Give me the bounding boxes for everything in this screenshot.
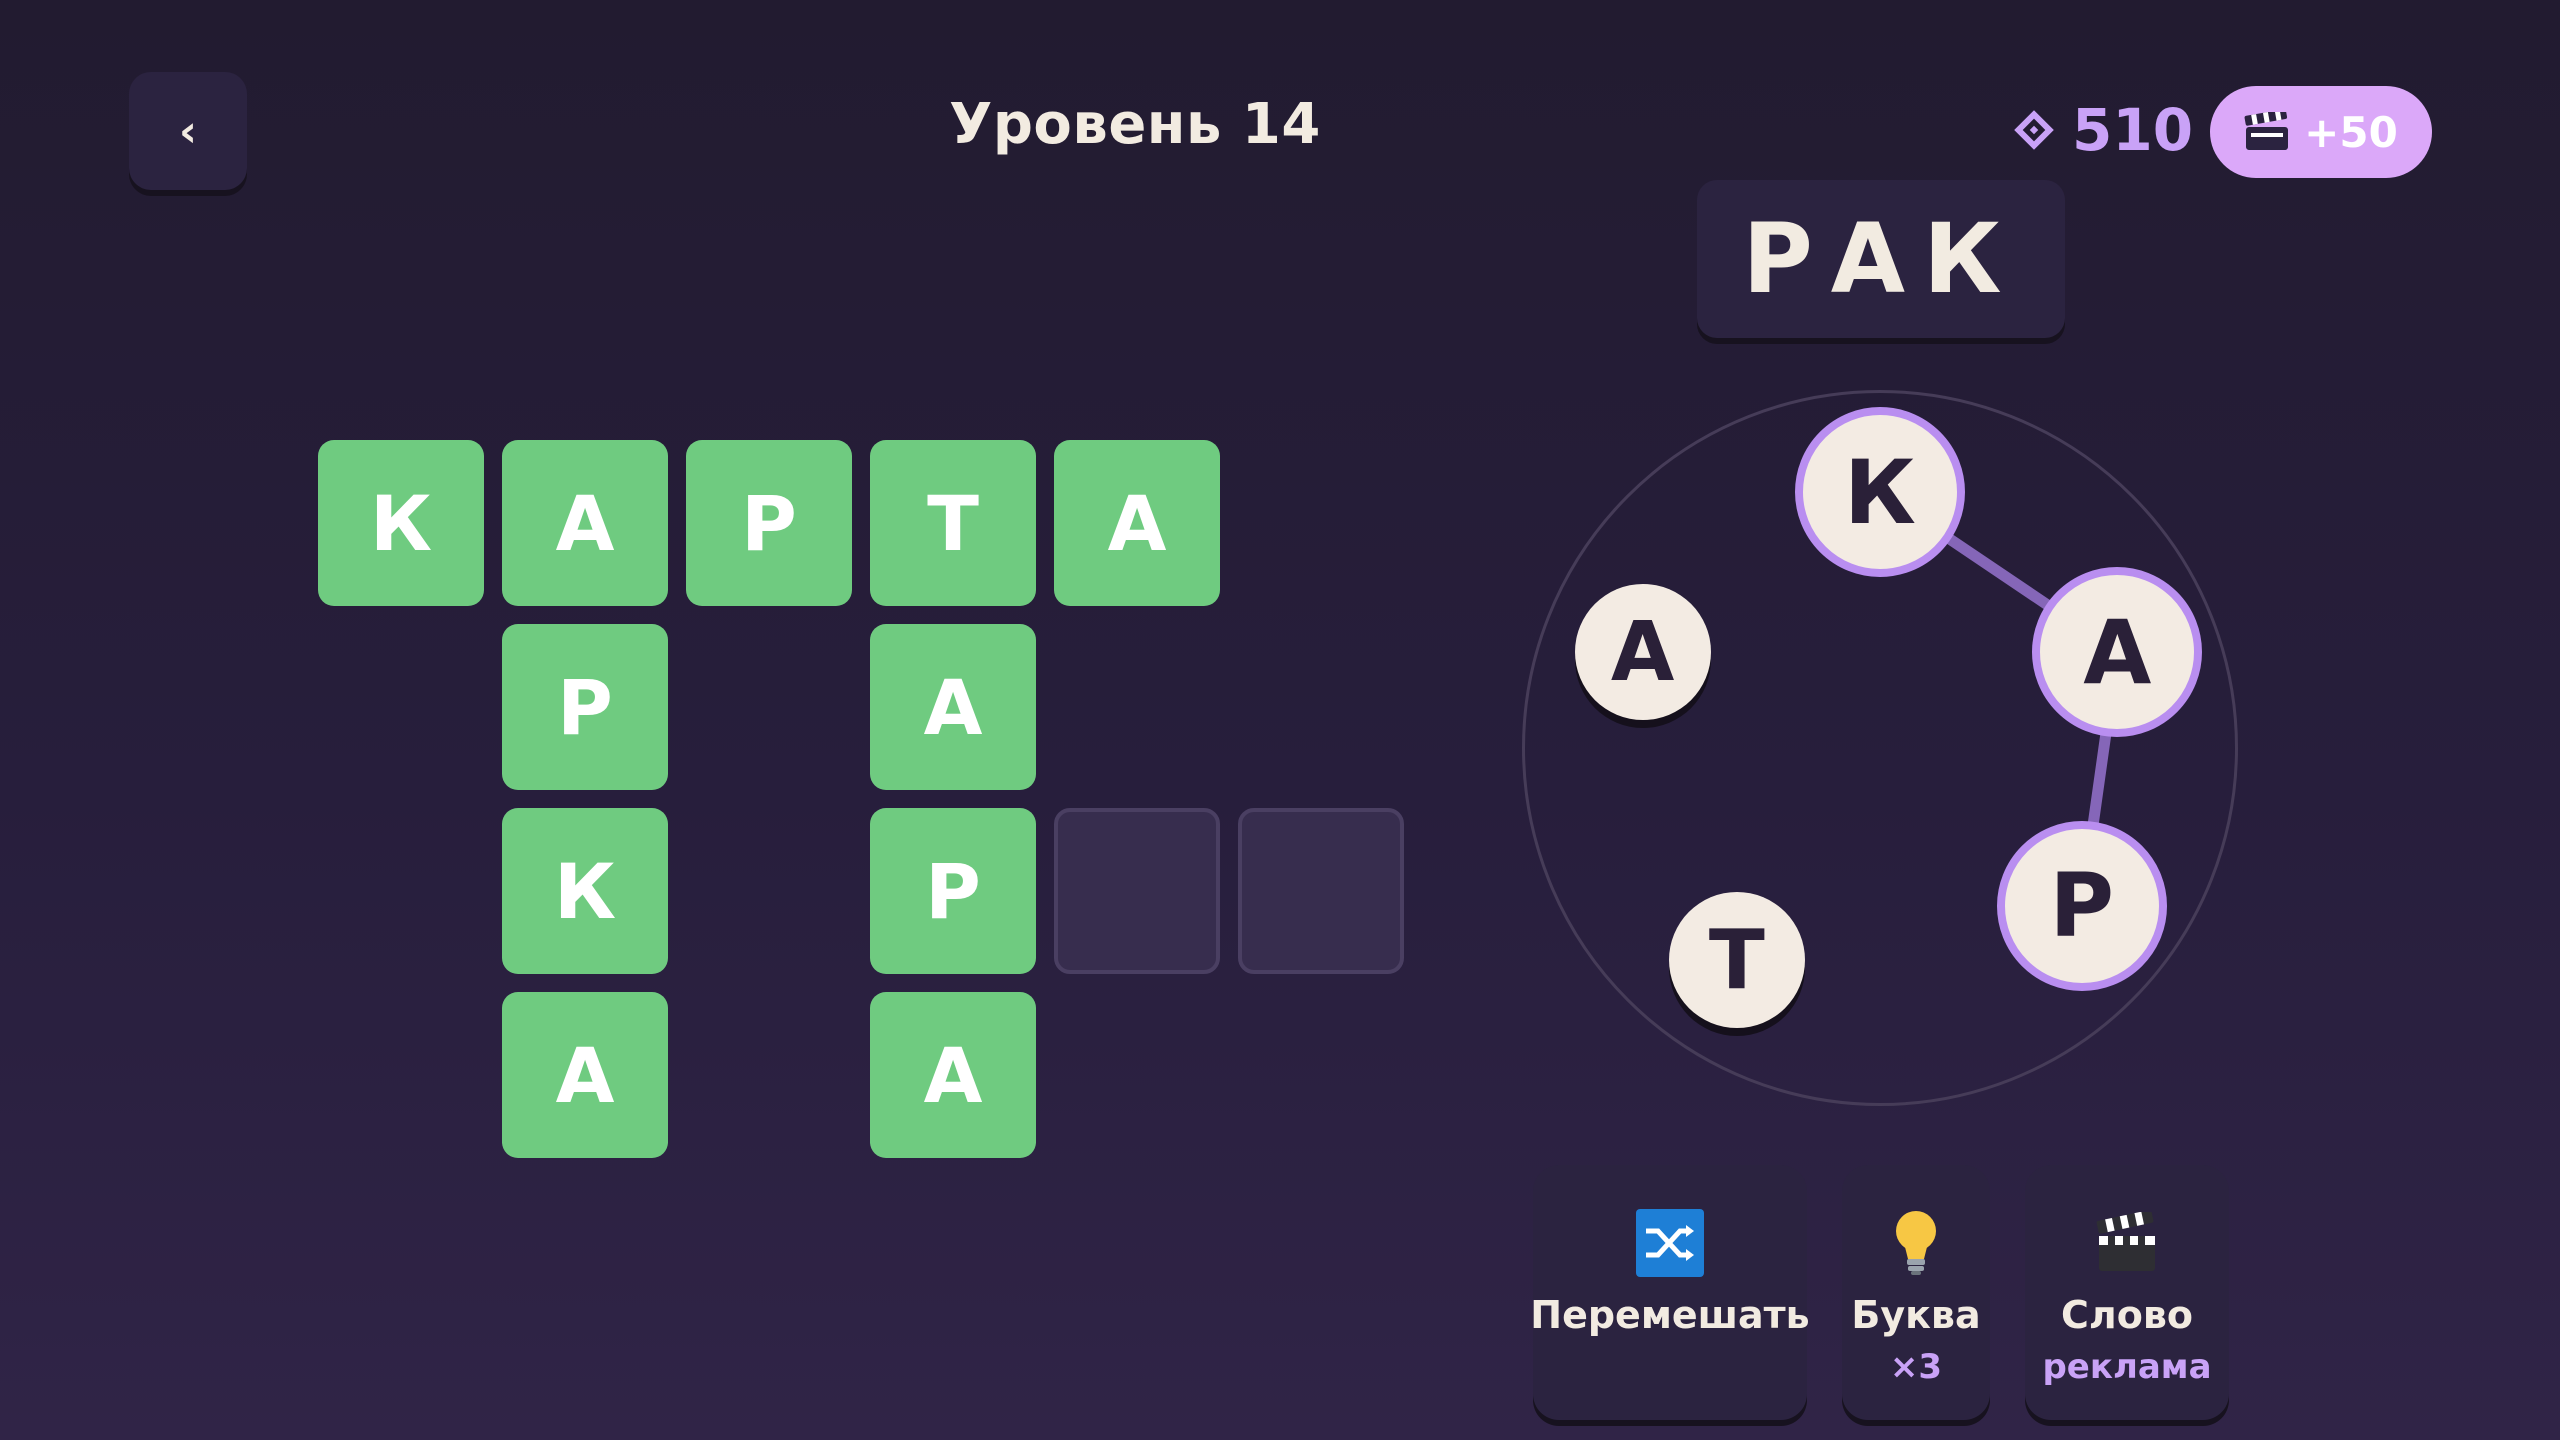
- ad-bonus-amount: +50: [2304, 107, 2398, 157]
- reveal-word-button[interactable]: Слово реклама: [2025, 1165, 2229, 1420]
- gem-count: 510: [2072, 96, 2194, 164]
- grid-tile: А: [1054, 440, 1220, 606]
- clapperboard-icon: [2096, 1212, 2155, 1271]
- wheel-letter[interactable]: А: [1574, 584, 1711, 721]
- wheel-letter[interactable]: Р: [1996, 820, 2167, 991]
- grid-tile: К: [318, 440, 484, 606]
- reveal-letter-button[interactable]: Буква ×3: [1842, 1165, 1990, 1420]
- current-word-display: РАК: [1697, 180, 2065, 338]
- reveal-word-ad-label: реклама: [2042, 1347, 2212, 1387]
- lightbulb-icon: [1896, 1211, 1936, 1275]
- shuffle-label: Перемешать: [1530, 1293, 1810, 1337]
- grid-tile-empty: [1054, 808, 1220, 974]
- back-button[interactable]: ‹: [129, 72, 247, 190]
- wheel-letter[interactable]: К: [1795, 407, 1965, 577]
- reveal-letter-count: ×3: [1889, 1347, 1943, 1387]
- grid-tile: Р: [870, 808, 1036, 974]
- shuffle-button[interactable]: Перемешать: [1530, 1165, 1810, 1420]
- grid-tile: Р: [686, 440, 852, 606]
- grid-tile: К: [502, 808, 668, 974]
- gem-counter: 510: [2014, 96, 2194, 164]
- reveal-letter-label: Буква: [1851, 1293, 1981, 1337]
- grid-tile: Т: [870, 440, 1036, 606]
- grid-tile: А: [502, 992, 668, 1158]
- reveal-word-label: Слово: [2061, 1293, 2193, 1337]
- grid-tile: А: [870, 624, 1036, 790]
- watch-ad-bonus-button[interactable]: +50: [2210, 86, 2432, 178]
- gem-icon: [2014, 110, 2054, 150]
- clapperboard-icon: [2244, 112, 2289, 150]
- grid-tile: А: [502, 440, 668, 606]
- grid-tile-empty: [1238, 808, 1404, 974]
- wheel-letter[interactable]: Т: [1668, 892, 1805, 1029]
- shuffle-icon: [1636, 1209, 1704, 1277]
- back-chevron-icon: ‹: [178, 105, 198, 157]
- grid-tile: А: [870, 992, 1036, 1158]
- grid-tile: Р: [502, 624, 668, 790]
- wheel-letter[interactable]: А: [2032, 567, 2203, 738]
- level-title: Уровень 14: [949, 92, 1321, 157]
